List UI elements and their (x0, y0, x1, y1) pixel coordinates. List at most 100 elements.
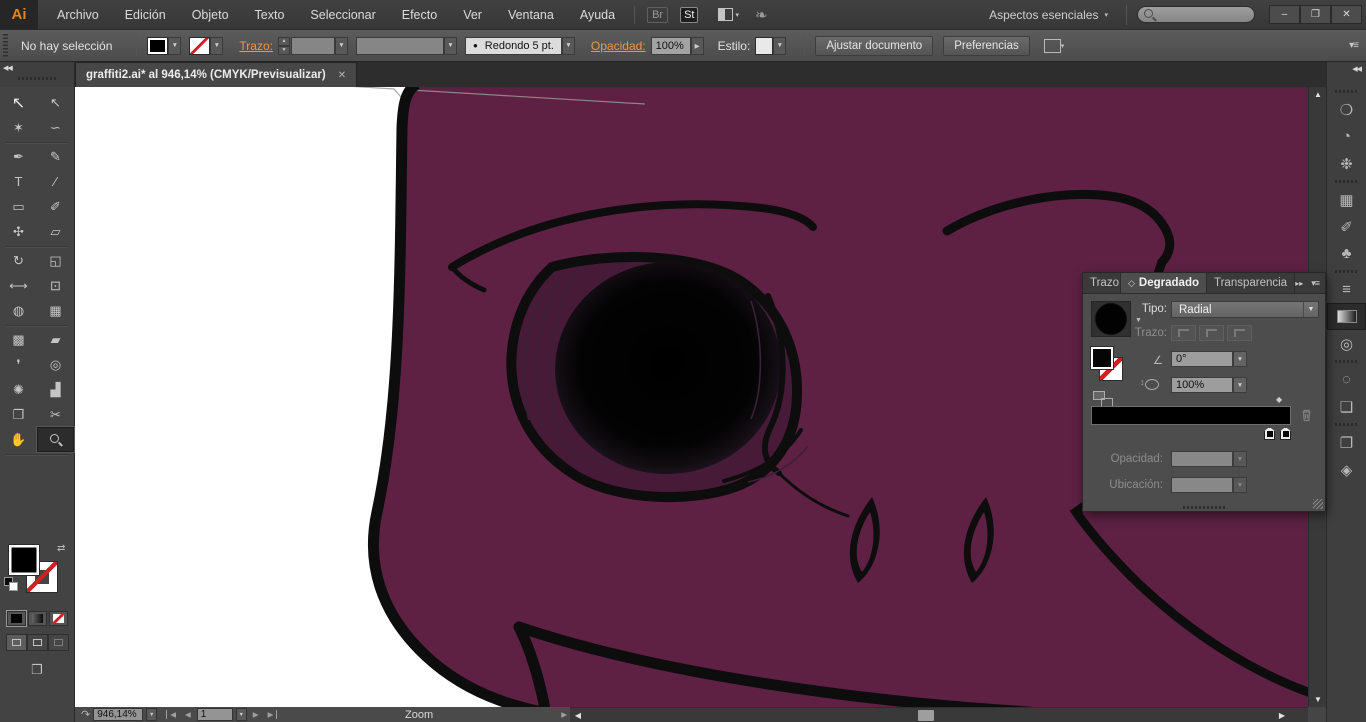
shape-builder-tool[interactable]: ◍ (0, 298, 37, 323)
panel-resize-grip[interactable] (1313, 499, 1323, 509)
fit-document-button[interactable]: Ajustar documento (815, 35, 934, 56)
none-mode-button[interactable] (49, 611, 68, 626)
layers-panel-icon[interactable]: ◈ (1327, 456, 1366, 483)
artboards-panel-icon[interactable]: ❐ (1327, 429, 1366, 456)
color-panel-icon[interactable]: ❍ (1327, 96, 1366, 123)
scroll-right-icon[interactable]: ▶ (1275, 708, 1289, 722)
perspective-grid-tool[interactable]: ▦ (37, 298, 74, 323)
appearance-panel-icon[interactable]: ◌ (1327, 366, 1366, 393)
workspace-switcher[interactable]: Aspectos esenciales (989, 8, 1098, 22)
pencil-tool[interactable]: ✎ (37, 144, 74, 169)
stroke-gradient-along-button[interactable] (1199, 325, 1224, 341)
dock-group-grip[interactable] (1327, 87, 1366, 96)
eraser-tool[interactable]: ▱ (37, 219, 74, 244)
gradient-stop-1[interactable] (1264, 427, 1275, 440)
toolbar-drag-grip[interactable] (18, 77, 58, 80)
zoom-level-arrow-icon[interactable]: ▼ (146, 708, 158, 721)
next-artboard-button[interactable]: ▶ (250, 710, 262, 719)
mesh-tool[interactable]: ▩ (0, 327, 37, 352)
swatches-icon[interactable]: ▦ (1327, 186, 1366, 213)
rotate-tool[interactable]: ↻ (0, 248, 37, 273)
draw-inside-button[interactable] (48, 634, 69, 651)
screen-mode-button[interactable]: ❐ (17, 659, 57, 681)
dock-group-grip[interactable] (1327, 267, 1366, 276)
style-arrow-icon[interactable]: ▼ (773, 36, 787, 55)
brushes-icon[interactable]: ✐ (1327, 213, 1366, 240)
preferences-button[interactable]: Preferencias (943, 35, 1030, 56)
opacity-link[interactable]: Opacidad: (591, 39, 646, 53)
restore-button[interactable]: ❐ (1300, 4, 1331, 24)
minimize-button[interactable]: – (1269, 4, 1300, 24)
stock-button[interactable]: St (680, 6, 699, 23)
dock-group-grip[interactable] (1327, 177, 1366, 186)
scroll-left-icon[interactable]: ◀ (571, 708, 585, 722)
gradient-mode-button[interactable] (28, 611, 47, 626)
panel-expand-icon[interactable]: ▸▸ (1295, 279, 1303, 288)
slice-tool[interactable]: ✂ (37, 402, 74, 427)
aspect-ratio-arrow-icon[interactable]: ▼ (1233, 377, 1247, 393)
selection-preview-icon[interactable] (1043, 38, 1061, 53)
stroke-gradient-within-button[interactable] (1171, 325, 1196, 341)
width-tool[interactable]: ⟷ (0, 273, 37, 298)
gradient-midpoint-icon[interactable]: ◆ (1276, 395, 1282, 404)
document-tab-close-icon[interactable]: ✕ (338, 70, 346, 81)
reverse-gradient-icon[interactable] (1093, 391, 1115, 407)
symbol-sprayer-tool[interactable]: ✺ (0, 377, 37, 402)
angle-field[interactable]: 0° (1171, 351, 1233, 367)
brush-definition-field[interactable]: ● Redondo 5 pt. (464, 36, 562, 55)
style-swatch[interactable] (755, 36, 774, 55)
scroll-up-icon[interactable]: ▲ (1309, 88, 1327, 101)
menu-item-objeto[interactable]: Objeto (179, 0, 242, 30)
artboard-arrow-icon[interactable]: ▼ (235, 708, 247, 721)
lasso-tool[interactable]: ∽ (37, 115, 74, 140)
dock-group-grip[interactable] (1327, 420, 1366, 429)
width-profile-field[interactable] (355, 36, 444, 55)
blob-brush-tool[interactable]: ✣ (0, 219, 37, 244)
stroke-panel-icon[interactable]: ≡ (1327, 276, 1366, 303)
menu-item-archivo[interactable]: Archivo (44, 0, 112, 30)
stroke-color-arrow-icon[interactable]: ▼ (210, 36, 224, 55)
first-artboard-button[interactable]: ◀ (166, 710, 179, 719)
arrange-documents-icon[interactable] (718, 8, 734, 21)
stroke-weight-arrow-icon[interactable]: ▼ (334, 36, 348, 55)
artboard-tool[interactable]: ❒ (0, 402, 37, 427)
menu-item-seleccionar[interactable]: Seleccionar (297, 0, 388, 30)
history-icon[interactable]: ↷ (81, 708, 90, 721)
dock-group-grip[interactable] (1327, 357, 1366, 366)
last-artboard-button[interactable]: ▶ (265, 710, 278, 719)
fill-color-swatch[interactable] (147, 36, 169, 55)
scroll-down-icon[interactable]: ▼ (1309, 693, 1327, 706)
fill-color-arrow-icon[interactable]: ▼ (168, 36, 182, 55)
menu-item-efecto[interactable]: Efecto (389, 0, 450, 30)
magic-wand-tool[interactable]: ✶ (0, 115, 37, 140)
brush-arrow-icon[interactable]: ▼ (561, 36, 575, 55)
blend-tool[interactable]: ◎ (37, 352, 74, 377)
control-bar-grip[interactable] (3, 33, 8, 58)
toolbar-collapse-icon[interactable]: ◀◀ (3, 64, 13, 72)
gradient-thumbnail-arrow-icon[interactable]: ▼ (1135, 317, 1142, 324)
stroke-gradient-across-button[interactable] (1227, 325, 1252, 341)
angle-arrow-icon[interactable]: ▼ (1233, 351, 1247, 367)
transparency-panel-icon[interactable]: ◎ (1327, 330, 1366, 357)
arrange-documents-arrow-icon[interactable]: ▾ (735, 11, 739, 19)
selection-preview-arrow-icon[interactable]: ▾ (1061, 42, 1065, 50)
zoom-level-field[interactable]: 946,14% (93, 708, 144, 721)
swap-fill-stroke-icon[interactable]: ⇄ (57, 543, 65, 554)
dock-collapse-icon[interactable]: ◀◀ (1352, 65, 1362, 73)
menu-item-edicion[interactable]: Edición (112, 0, 179, 30)
tab-stroke[interactable]: Trazo (1083, 273, 1121, 293)
horizontal-scrollbar[interactable]: ◀ ▶ (570, 707, 1308, 722)
menu-item-ventana[interactable]: Ventana (495, 0, 567, 30)
gradient-slider-bar[interactable] (1091, 406, 1291, 425)
search-input[interactable] (1137, 6, 1255, 23)
panel-menu-icon[interactable]: ▾≡ (1311, 278, 1320, 289)
status-expand-icon[interactable]: ▶ (561, 710, 567, 719)
draw-behind-button[interactable] (27, 634, 48, 651)
width-profile-arrow-icon[interactable]: ▼ (443, 36, 457, 55)
aspect-ratio-field[interactable]: 100% (1171, 377, 1233, 393)
gradient-stop-2[interactable] (1280, 427, 1291, 440)
hand-tool[interactable]: ✋ (0, 427, 37, 452)
scale-tool[interactable]: ◱ (37, 248, 74, 273)
horizontal-scroll-thumb[interactable] (918, 710, 934, 721)
gradient-type-dropdown[interactable]: Radial ▼ (1171, 301, 1319, 318)
